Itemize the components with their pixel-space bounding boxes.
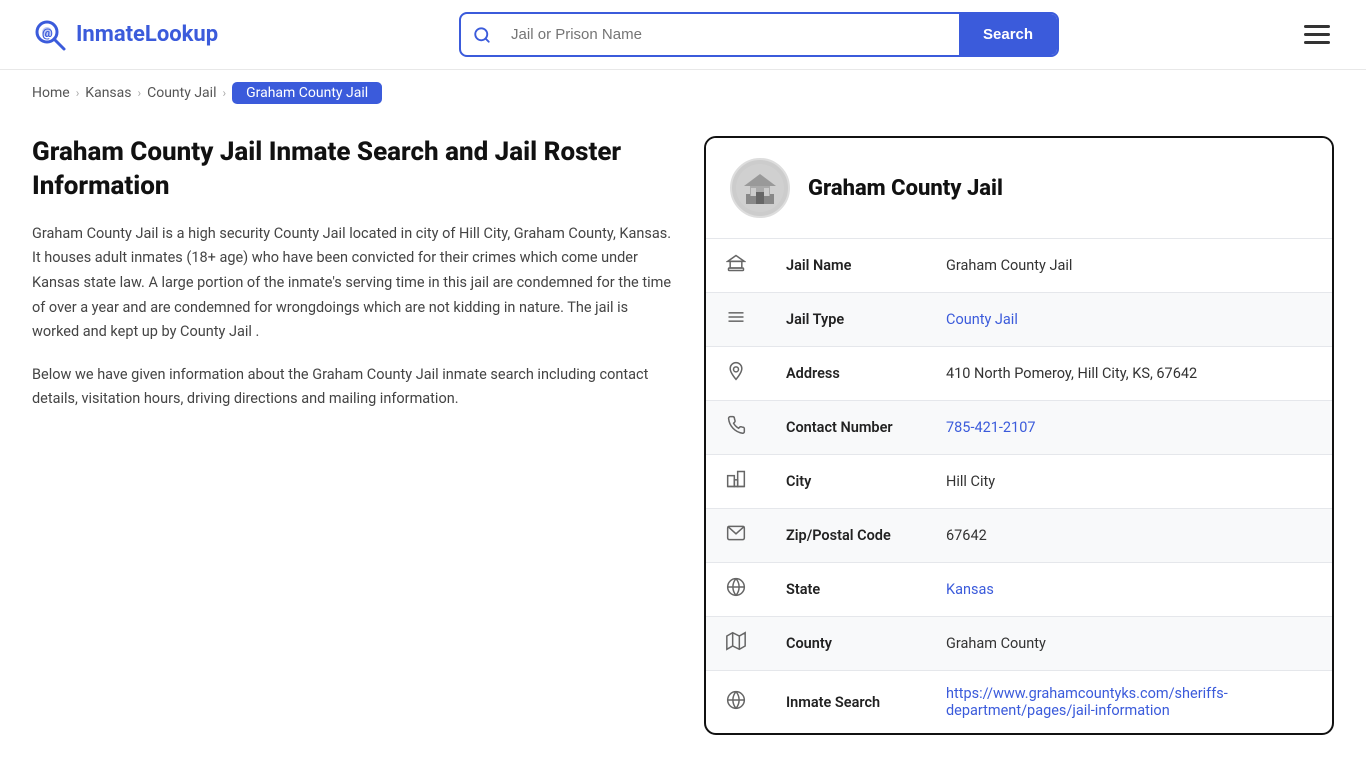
row-value: Graham County — [926, 617, 1332, 671]
search-input[interactable] — [503, 16, 959, 53]
hamburger-line1 — [1304, 25, 1330, 28]
table-row: Jail Name Graham County Jail — [706, 239, 1332, 293]
row-label: Contact Number — [766, 401, 926, 455]
row-icon — [706, 455, 766, 509]
page-title: Graham County Jail Inmate Search and Jai… — [32, 136, 672, 204]
breadcrumb-chevron-2: › — [138, 86, 142, 100]
table-value: Graham County Jail — [946, 257, 1072, 274]
table-row: Zip/Postal Code 67642 — [706, 509, 1332, 563]
row-label: Jail Type — [766, 293, 926, 347]
breadcrumb-chevron-3: › — [222, 86, 226, 100]
jail-avatar — [730, 158, 790, 218]
breadcrumb-home[interactable]: Home — [32, 85, 70, 101]
search-button[interactable]: Search — [959, 14, 1057, 55]
row-label: County — [766, 617, 926, 671]
jail-type-link[interactable]: County Jail — [946, 311, 1018, 328]
row-label: State — [766, 563, 926, 617]
logo-text: InmateLookup — [76, 22, 218, 47]
row-label: Address — [766, 347, 926, 401]
row-value: Graham County Jail — [926, 239, 1332, 293]
row-value: Kansas — [926, 563, 1332, 617]
row-value: Hill City — [926, 455, 1332, 509]
hamburger-line2 — [1304, 33, 1330, 36]
row-value: 67642 — [926, 509, 1332, 563]
breadcrumb-chevron-1: › — [76, 86, 80, 100]
row-value: 785-421-2107 — [926, 401, 1332, 455]
table-row: Jail Type County Jail — [706, 293, 1332, 347]
row-icon — [706, 617, 766, 671]
table-row: Contact Number 785-421-2107 — [706, 401, 1332, 455]
row-value: County Jail — [926, 293, 1332, 347]
svg-text:@: @ — [42, 26, 53, 40]
logo-link[interactable]: @ InmateLookup — [32, 17, 218, 53]
table-row: Address 410 North Pomeroy, Hill City, KS… — [706, 347, 1332, 401]
state-link[interactable]: Kansas — [946, 581, 994, 598]
row-icon — [706, 671, 766, 734]
hamburger-menu[interactable] — [1300, 21, 1334, 48]
logo-icon: @ — [32, 17, 68, 53]
row-icon — [706, 293, 766, 347]
row-icon — [706, 401, 766, 455]
table-value: 67642 — [946, 527, 987, 544]
description-1: Graham County Jail is a high security Co… — [32, 222, 672, 345]
card-title: Graham County Jail — [808, 176, 1003, 201]
table-value: Graham County — [946, 635, 1046, 652]
site-header: @ InmateLookup Search — [0, 0, 1366, 70]
table-row: State Kansas — [706, 563, 1332, 617]
hamburger-line3 — [1304, 41, 1330, 44]
info-card: Graham County Jail Jail Name Graham Coun… — [704, 136, 1334, 735]
search-icon — [461, 26, 503, 44]
row-value: 410 North Pomeroy, Hill City, KS, 67642 — [926, 347, 1332, 401]
search-area: Search — [459, 12, 1059, 57]
row-icon — [706, 509, 766, 563]
row-icon — [706, 239, 766, 293]
card-header: Graham County Jail — [706, 138, 1332, 239]
row-icon — [706, 347, 766, 401]
left-column: Graham County Jail Inmate Search and Jai… — [32, 136, 672, 430]
row-label: Inmate Search — [766, 671, 926, 734]
table-row: County Graham County — [706, 617, 1332, 671]
row-icon — [706, 563, 766, 617]
right-column: Graham County Jail Jail Name Graham Coun… — [704, 136, 1334, 735]
breadcrumb-current: Graham County Jail — [232, 82, 382, 104]
search-wrapper: Search — [459, 12, 1059, 57]
table-row: Inmate Search https://www.grahamcountyks… — [706, 671, 1332, 734]
breadcrumb-type[interactable]: County Jail — [147, 85, 216, 101]
table-value: 410 North Pomeroy, Hill City, KS, 67642 — [946, 365, 1197, 382]
info-table: Jail Name Graham County Jail Jail Type C… — [706, 239, 1332, 733]
row-label: City — [766, 455, 926, 509]
row-label: Zip/Postal Code — [766, 509, 926, 563]
main-content: Graham County Jail Inmate Search and Jai… — [0, 116, 1366, 775]
table-value: Hill City — [946, 473, 995, 490]
row-value: https://www.grahamcountyks.com/sheriffs-… — [926, 671, 1332, 734]
description-2: Below we have given information about th… — [32, 363, 672, 412]
breadcrumb-state[interactable]: Kansas — [85, 85, 131, 101]
table-row: City Hill City — [706, 455, 1332, 509]
breadcrumb: Home › Kansas › County Jail › Graham Cou… — [0, 70, 1366, 116]
row-label: Jail Name — [766, 239, 926, 293]
inmate-search-link[interactable]: https://www.grahamcountyks.com/sheriffs-… — [946, 685, 1228, 719]
contact-link[interactable]: 785-421-2107 — [946, 419, 1036, 436]
